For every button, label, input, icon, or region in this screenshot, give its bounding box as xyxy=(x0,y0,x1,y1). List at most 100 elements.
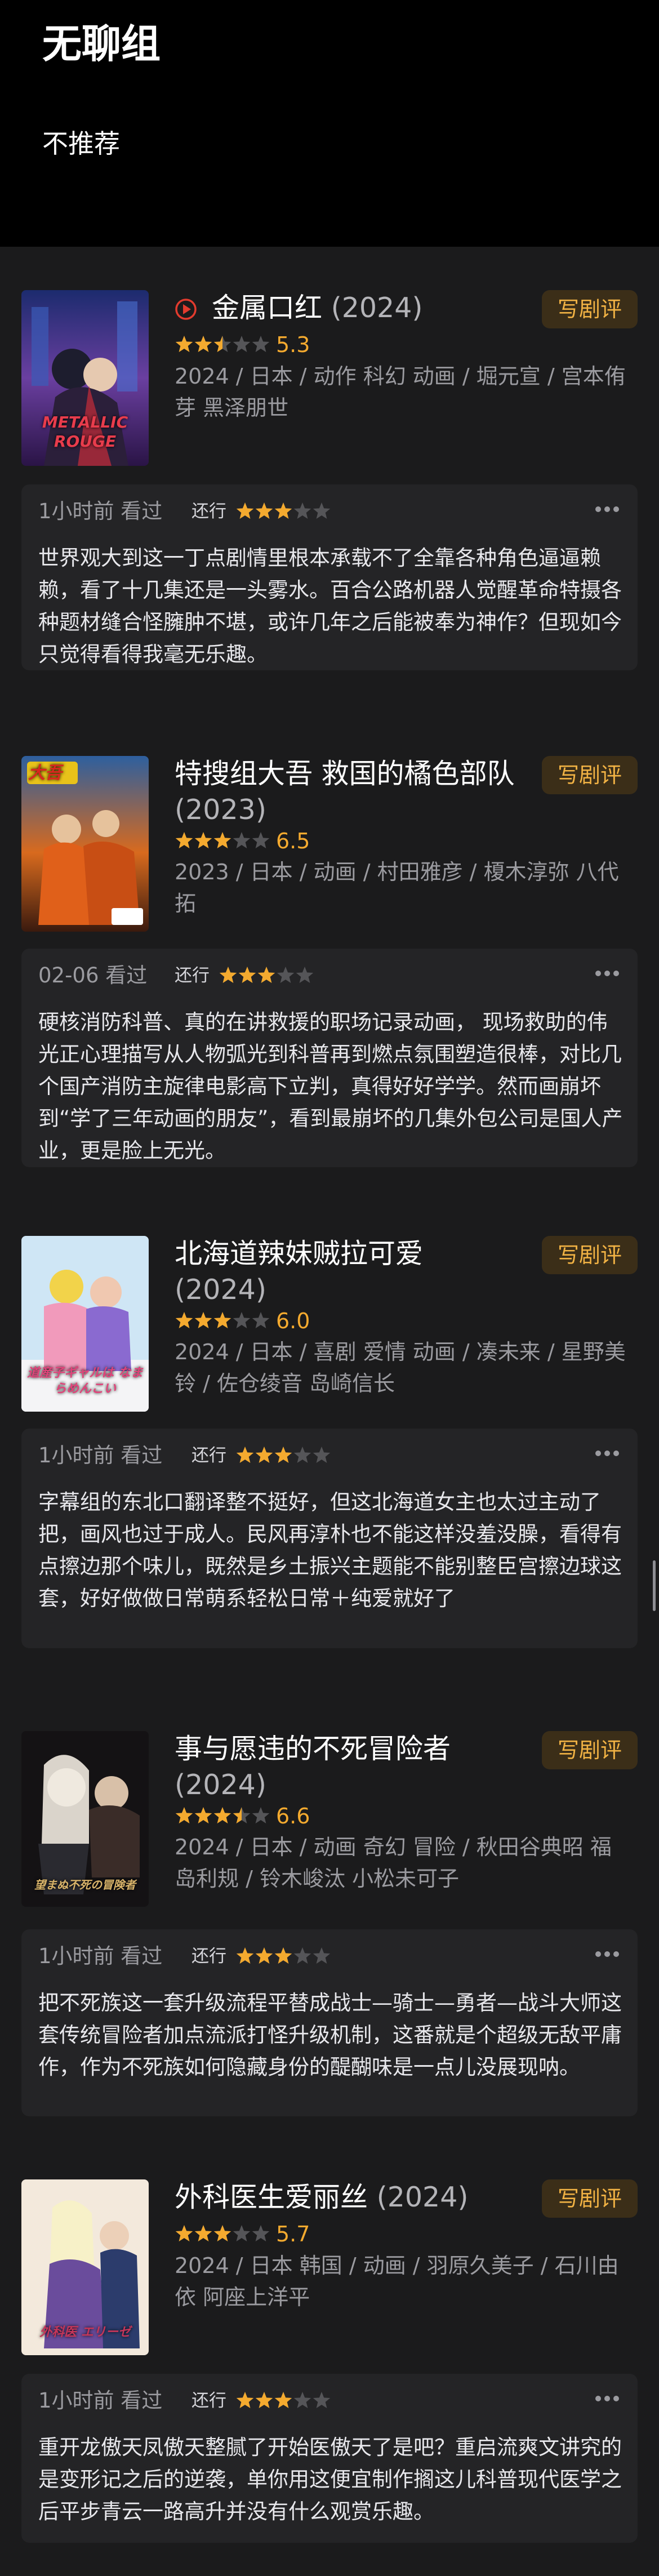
rating: 6.0 xyxy=(175,1307,411,1335)
more-options-icon[interactable] xyxy=(590,1442,624,1465)
star-filled-icon xyxy=(274,2392,292,2408)
rating: 6.5 xyxy=(175,827,411,855)
my-rating-stars xyxy=(236,502,331,519)
write-review-button[interactable]: 写剧评 xyxy=(542,1236,638,1274)
rating-score: 5.3 xyxy=(276,332,310,357)
review-text: 把不死族这一套升级流程平替成战士—骑士—勇者—战斗大师这套传统冒险者加点流派打怪… xyxy=(38,1991,622,2079)
movie-year: (2024) xyxy=(175,1769,266,1801)
star-icon xyxy=(233,2225,251,2241)
my-rating-stars xyxy=(219,967,314,983)
movie-title[interactable]: 特搜组大吾 救国的橘色部队 (2023) xyxy=(175,756,524,828)
star-filled-icon xyxy=(255,1947,273,1964)
star-filled-icon xyxy=(175,2225,193,2241)
star-filled-icon xyxy=(175,1312,193,1328)
star-filled-icon xyxy=(255,502,273,519)
rating-score: 6.0 xyxy=(276,1309,310,1333)
movie-meta: 2024 / 日本 韩国 / 动画 / 羽原久美子 / 石川由依 阿座上洋平 xyxy=(175,2253,619,2310)
movie-meta: 2024 / 日本 / 动画 奇幻 冒险 / 秋田谷典昭 福岛利规 / 铃木峻汰… xyxy=(175,1835,612,1891)
movie-meta: 2024 / 日本 / 喜剧 爱情 动画 / 凑未来 / 星野美铃 / 佐仓绫音… xyxy=(175,1340,626,1396)
star-filled-icon xyxy=(238,967,256,983)
star-filled-icon xyxy=(194,336,212,352)
star-filled-icon xyxy=(175,832,193,848)
star-filled-icon xyxy=(274,1947,292,1964)
movie-year: (2024) xyxy=(331,292,423,324)
star-icon xyxy=(252,832,270,848)
poster-caption: METALLIC ROUGE xyxy=(42,413,128,451)
poster-daigo[interactable]: 大吾 xyxy=(21,756,149,932)
movie-title[interactable]: 金属口红 (2024) xyxy=(175,290,513,326)
star-icon xyxy=(313,1947,331,1964)
star-icon xyxy=(233,832,251,848)
movie-title-text: 事与愿违的不死冒险者 xyxy=(175,1733,451,1765)
star-icon xyxy=(293,1947,311,1964)
watched-time: 1小时前 看过 xyxy=(38,499,163,523)
star-icon xyxy=(277,967,295,983)
rating-stars xyxy=(175,336,270,352)
movie-year: (2024) xyxy=(376,2181,469,2213)
movie-title-text: 北海道辣妹贼拉可爱 xyxy=(175,1238,424,1270)
star-filled-icon xyxy=(194,2225,212,2241)
movie-title[interactable]: 北海道辣妹贼拉可爱 (2024) xyxy=(175,1236,513,1308)
movie-title[interactable]: 事与愿违的不死冒险者 (2024) xyxy=(175,1731,513,1803)
my-rating-label: 还行 xyxy=(192,501,226,522)
star-filled-icon xyxy=(236,2392,254,2408)
poster-caption: 外科医 エリーゼ xyxy=(39,2325,131,2339)
movie-meta: 2023 / 日本 / 动画 / 村田雅彦 / 榎木淳弥 八代拓 xyxy=(175,860,619,916)
star-icon xyxy=(293,2392,311,2408)
write-review-button[interactable]: 写剧评 xyxy=(542,1731,638,1769)
star-icon xyxy=(313,502,331,519)
write-review-button[interactable]: 写剧评 xyxy=(542,756,638,794)
star-filled-icon xyxy=(194,1312,212,1328)
star-filled-icon xyxy=(219,967,237,983)
my-rating-stars xyxy=(236,1447,331,1463)
rating-score: 5.7 xyxy=(276,2222,310,2246)
watched-time: 1小时前 看过 xyxy=(38,2388,163,2413)
rating-stars xyxy=(175,1807,270,1823)
movie-title-text: 外科医生爱丽丝 xyxy=(175,2181,368,2213)
poster-hokkaido-gals[interactable]: 道産子ギャルは なまらめんこい xyxy=(21,1236,149,1412)
rating: 6.6 xyxy=(175,1802,411,1830)
page-header: 无聊组 不推荐 xyxy=(0,0,659,247)
poster-metallic-rouge[interactable]: METALLIC ROUGE xyxy=(21,290,149,466)
rating-score: 6.5 xyxy=(276,829,310,853)
movie-title-text: 金属口红 xyxy=(212,292,323,324)
my-rating-label: 还行 xyxy=(192,1946,226,1967)
star-icon xyxy=(313,2392,331,2408)
write-review-button[interactable]: 写剧评 xyxy=(542,2179,638,2218)
poster-surgeon-elise[interactable]: 外科医 エリーゼ xyxy=(21,2179,149,2355)
star-icon xyxy=(252,2225,270,2241)
more-options-icon[interactable] xyxy=(590,962,624,985)
star-filled-icon xyxy=(236,1947,254,1964)
review-card: 02-06 看过 还行 硬核消防科普、真的在讲救援的职场记录动画， 现场救助的伟… xyxy=(21,949,638,1167)
page-title: 无聊组 xyxy=(42,21,161,67)
review-card: 1小时前 看过 还行 字幕组的东北口翻译整不挺好，但这北海道女主也太过主动了把，… xyxy=(21,1429,638,1648)
poster-undead-adventurer[interactable]: 望まぬ不死の冒険者 xyxy=(21,1731,149,1907)
star-filled-icon xyxy=(213,832,231,848)
review-card: 1小时前 看过 还行 把不死族这一套升级流程平替成战士—骑士—勇者—战斗大师这套… xyxy=(21,1929,638,2116)
movie-meta: 2024 / 日本 / 动作 科幻 动画 / 堀元宣 / 宫本侑芽 黑泽朋世 xyxy=(175,364,626,420)
star-filled-icon xyxy=(194,832,212,848)
star-filled-icon xyxy=(213,2225,231,2241)
star-filled-icon xyxy=(213,1312,231,1328)
movie-year: (2024) xyxy=(175,1274,266,1306)
my-rating-stars xyxy=(236,1947,331,1964)
star-filled-icon xyxy=(213,1807,231,1823)
more-options-icon[interactable] xyxy=(590,2387,624,2410)
star-icon xyxy=(252,336,270,352)
review-text: 世界观大到这一丁点剧情里根本承载不了全靠各种角色逼逼赖赖，看了十几集还是一头雾水… xyxy=(38,546,622,666)
more-options-icon[interactable] xyxy=(590,498,624,520)
star-filled-icon xyxy=(274,502,292,519)
list-subtitle: 不推荐 xyxy=(42,128,120,159)
more-options-icon[interactable] xyxy=(590,1943,624,1965)
my-rating-label: 还行 xyxy=(175,966,210,986)
write-review-button[interactable]: 写剧评 xyxy=(542,290,638,328)
scrollbar[interactable] xyxy=(653,1560,656,1611)
star-icon xyxy=(293,502,311,519)
watched-time: 1小时前 看过 xyxy=(38,1443,163,1467)
watched-time: 1小时前 看过 xyxy=(38,1944,163,1968)
review-text: 硬核消防科普、真的在讲救援的职场记录动画， 现场救助的伟光正心理描写从人物弧光到… xyxy=(38,1010,623,1163)
star-icon xyxy=(252,1312,270,1328)
rating-stars xyxy=(175,2225,270,2241)
rating-score: 6.6 xyxy=(276,1804,310,1828)
movie-title[interactable]: 外科医生爱丽丝 (2024) xyxy=(175,2179,524,2215)
